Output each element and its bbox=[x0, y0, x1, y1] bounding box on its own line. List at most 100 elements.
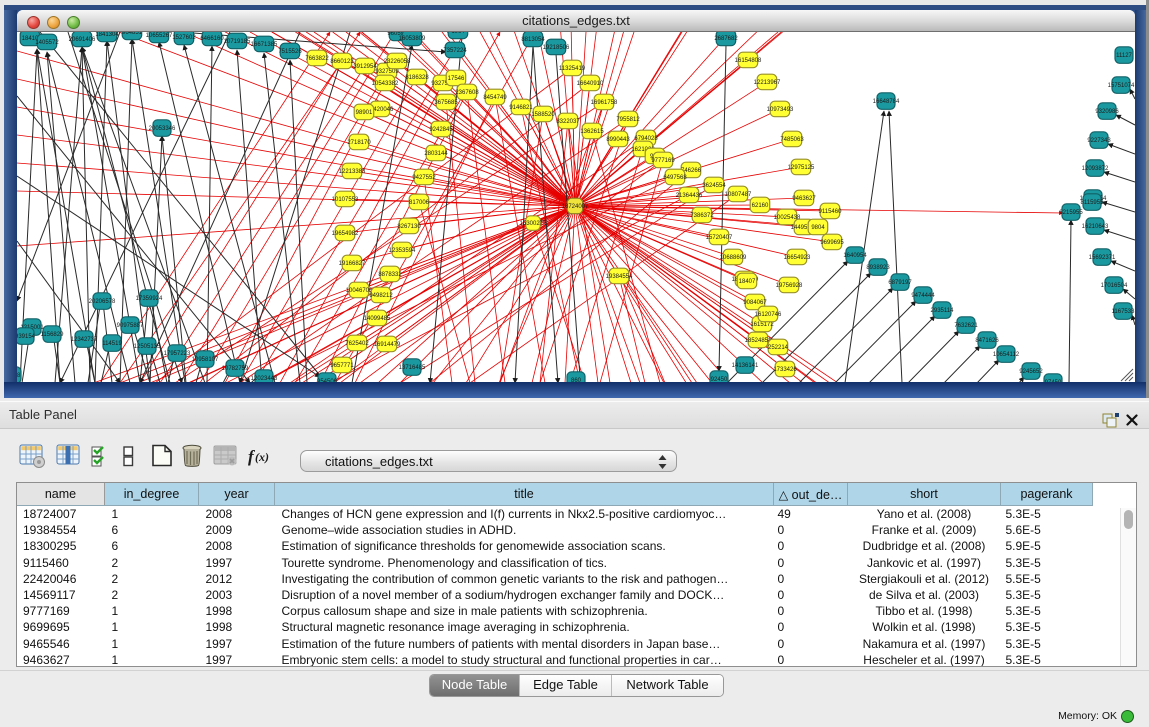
svg-text:12093872: 12093872 bbox=[1082, 166, 1109, 172]
svg-text:23226058: 23226058 bbox=[384, 59, 411, 65]
svg-text:15300275: 15300275 bbox=[520, 221, 547, 227]
svg-text:18407: 18407 bbox=[739, 279, 756, 285]
svg-text:92450: 92450 bbox=[711, 377, 728, 382]
svg-text:10688609: 10688609 bbox=[720, 255, 747, 261]
svg-text:9427552: 9427552 bbox=[412, 175, 436, 181]
svg-text:10654112: 10654112 bbox=[993, 352, 1020, 358]
svg-text:8990443: 8990443 bbox=[606, 137, 630, 143]
svg-text:16671385: 16671385 bbox=[251, 42, 278, 48]
svg-text:20206578: 20206578 bbox=[89, 299, 116, 305]
svg-text:19218506: 19218506 bbox=[543, 45, 570, 51]
svg-text:10543382: 10543382 bbox=[372, 81, 399, 87]
svg-text:7515526: 7515526 bbox=[278, 49, 302, 55]
svg-text:19166827: 19166827 bbox=[339, 261, 366, 267]
svg-text:16914479: 16914479 bbox=[374, 342, 401, 348]
svg-text:7955812: 7955812 bbox=[616, 117, 640, 123]
svg-text:2935114: 2935114 bbox=[931, 308, 955, 314]
svg-text:114519: 114519 bbox=[102, 341, 122, 347]
svg-text:20691406: 20691406 bbox=[69, 37, 96, 43]
svg-text:21364436: 21364436 bbox=[676, 193, 703, 199]
svg-text:8267130: 8267130 bbox=[397, 224, 421, 230]
svg-text:9146821: 9146821 bbox=[509, 105, 533, 111]
svg-text:16640910: 16640910 bbox=[577, 81, 604, 87]
svg-text:8878332: 8878332 bbox=[378, 272, 402, 278]
svg-text:17957223: 17957223 bbox=[164, 351, 191, 357]
svg-text:9463627: 9463627 bbox=[792, 196, 816, 202]
svg-text:8322037: 8322037 bbox=[556, 119, 580, 125]
svg-text:10782759: 10782759 bbox=[222, 366, 249, 372]
svg-text:8215955: 8215955 bbox=[1059, 210, 1083, 216]
svg-text:7386372: 7386372 bbox=[690, 213, 714, 219]
svg-text:1405572: 1405572 bbox=[35, 40, 59, 46]
svg-text:10807487: 10807487 bbox=[725, 192, 752, 198]
svg-text:17016504: 17016504 bbox=[1101, 283, 1128, 289]
svg-text:17359924: 17359924 bbox=[136, 296, 163, 302]
svg-text:16654923: 16654923 bbox=[784, 255, 811, 261]
svg-text:20053346: 20053346 bbox=[149, 126, 176, 132]
svg-text:3624554: 3624554 bbox=[702, 183, 726, 189]
svg-text:12342737: 12342737 bbox=[71, 337, 98, 343]
svg-text:19756928: 19756928 bbox=[776, 283, 803, 289]
svg-text:9777169: 9777169 bbox=[651, 158, 675, 164]
svg-text:15751074: 15751074 bbox=[1108, 83, 1135, 89]
svg-text:16648784: 16648784 bbox=[873, 99, 900, 105]
svg-text:939154: 939154 bbox=[17, 334, 36, 340]
svg-text:10973493: 10973493 bbox=[767, 107, 794, 113]
svg-text:2803144: 2803144 bbox=[424, 151, 448, 157]
svg-text:10719185: 10719185 bbox=[224, 39, 251, 45]
svg-text:252214: 252214 bbox=[768, 345, 789, 351]
svg-text:10655267: 10655267 bbox=[146, 33, 173, 39]
svg-text:1615172: 1615172 bbox=[750, 322, 774, 328]
svg-text:2367608: 2367608 bbox=[455, 90, 479, 96]
svg-text:3912954: 3912954 bbox=[353, 64, 377, 70]
svg-text:1733426: 1733426 bbox=[773, 367, 797, 373]
svg-text:11325419: 11325419 bbox=[559, 66, 586, 72]
svg-text:7632621: 7632621 bbox=[954, 323, 978, 329]
svg-text:9804: 9804 bbox=[811, 225, 825, 231]
svg-text:1841304: 1841304 bbox=[95, 32, 119, 38]
svg-text:98901: 98901 bbox=[356, 110, 373, 116]
svg-text:9245652: 9245652 bbox=[1019, 369, 1043, 375]
svg-text:17546: 17546 bbox=[448, 76, 465, 82]
svg-text:6879197: 6879197 bbox=[888, 280, 912, 286]
svg-text:1156829: 1156829 bbox=[41, 332, 65, 338]
svg-text:7625402: 7625402 bbox=[345, 341, 369, 347]
svg-text:9327509: 9327509 bbox=[375, 69, 399, 75]
svg-text:817006: 817006 bbox=[409, 200, 430, 206]
svg-text:8471626: 8471626 bbox=[975, 338, 999, 344]
svg-text:9084067: 9084067 bbox=[743, 300, 767, 306]
svg-text:15720407: 15720407 bbox=[706, 235, 733, 241]
svg-text:9657771: 9657771 bbox=[330, 363, 354, 369]
svg-text:9227343: 9227343 bbox=[1087, 138, 1111, 144]
svg-text:1588520: 1588520 bbox=[531, 112, 555, 118]
svg-text:1362615: 1362615 bbox=[580, 129, 604, 135]
svg-text:8186328: 8186328 bbox=[405, 75, 429, 81]
svg-text:12213383: 12213383 bbox=[339, 169, 366, 175]
svg-text:9115460: 9115460 bbox=[819, 209, 843, 215]
svg-text:14099485: 14099485 bbox=[364, 316, 391, 322]
svg-text:1527602: 1527602 bbox=[172, 35, 196, 41]
svg-text:2687682: 2687682 bbox=[714, 36, 738, 42]
svg-text:12975125: 12975125 bbox=[788, 165, 815, 171]
svg-text:1640954: 1640954 bbox=[843, 253, 867, 259]
svg-text:8813054: 8813054 bbox=[521, 37, 545, 43]
svg-text:(x): (x) bbox=[255, 450, 269, 464]
svg-text:16210643: 16210643 bbox=[1082, 224, 1109, 230]
svg-text:860: 860 bbox=[571, 378, 582, 382]
svg-text:18724007: 18724007 bbox=[562, 204, 589, 210]
svg-text:7485063: 7485063 bbox=[780, 137, 804, 143]
svg-text:1167533: 1167533 bbox=[1112, 309, 1135, 315]
svg-text:2718170: 2718170 bbox=[347, 140, 371, 146]
svg-text:9498212: 9498212 bbox=[369, 293, 393, 299]
svg-text:8454749: 8454749 bbox=[483, 95, 507, 101]
svg-text:13716485: 13716485 bbox=[399, 365, 426, 371]
svg-text:964851: 964851 bbox=[122, 32, 143, 36]
svg-text:16120746: 16120746 bbox=[755, 312, 782, 318]
svg-text:97450: 97450 bbox=[1045, 380, 1062, 382]
svg-text:14136141: 14136141 bbox=[732, 363, 759, 369]
svg-text:9474444: 9474444 bbox=[911, 293, 935, 299]
svg-text:1964: 1964 bbox=[451, 32, 465, 35]
svg-text:7663822: 7663822 bbox=[305, 56, 329, 62]
svg-text:16154808: 16154808 bbox=[735, 58, 762, 64]
svg-text:8115955: 8115955 bbox=[1081, 200, 1105, 206]
